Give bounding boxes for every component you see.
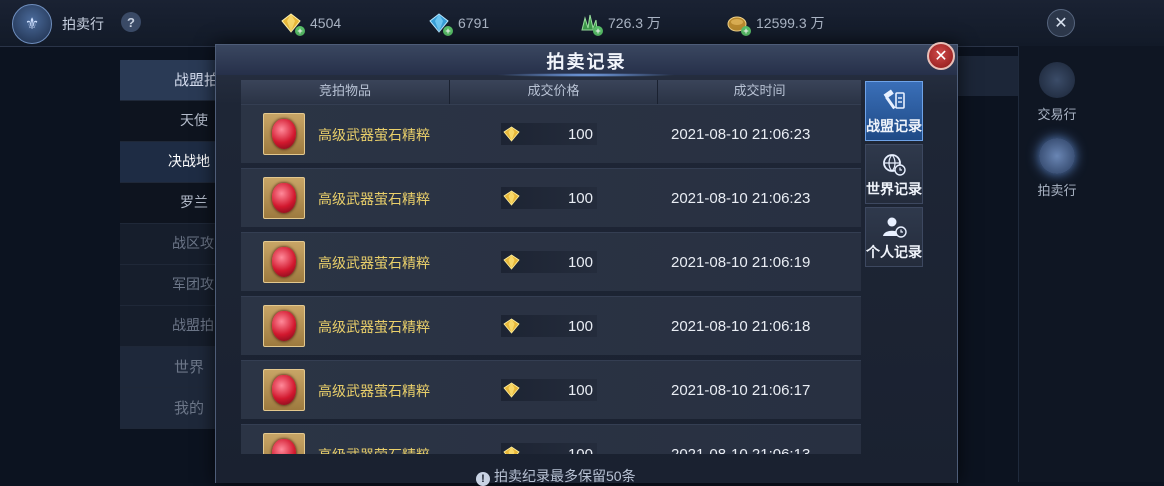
sidebar-item[interactable]: 天使 — [120, 101, 230, 142]
table-row: 高级武器萤石精粹 100 2021-08-10 21:06:17 — [241, 360, 861, 419]
gavel-icon — [1039, 138, 1075, 174]
close-icon[interactable]: ✕ — [1047, 9, 1075, 37]
price-value: 100 — [567, 318, 593, 335]
diamond-icon — [503, 126, 520, 142]
gold-coin-icon: + — [726, 12, 751, 36]
emblem-icon[interactable]: ⚜ — [12, 4, 52, 44]
blue-diamond-icon: + — [428, 12, 453, 36]
table-row: 高级武器萤石精粹 100 2021-08-10 21:06:18 — [241, 296, 861, 355]
deal-time: 2021-08-10 21:06:19 — [671, 254, 811, 271]
sidebar-item[interactable]: 战盟拍 — [120, 306, 230, 347]
close-button[interactable]: ✕ — [927, 42, 955, 70]
sidebar-item[interactable]: 战盟拍 — [120, 60, 230, 101]
table-row: 高级武器萤石精粹 100 2021-08-10 21:06:13 — [241, 424, 861, 454]
globe-clock-icon — [880, 151, 908, 177]
item-name: 高级武器萤石精粹 — [318, 255, 430, 271]
tab-world-records[interactable]: 世界记录 — [865, 144, 923, 204]
ruby-icon[interactable] — [263, 113, 305, 155]
table-row: 高级武器萤石精粹 100 2021-08-10 21:06:23 — [241, 168, 861, 227]
background-panel — [955, 56, 1020, 96]
dialog-title: 拍卖记录 — [546, 52, 627, 73]
top-bar: ⚜ 拍卖行 ? + 4504 + 6791 + 726.3 万 + 12599.… — [0, 0, 1164, 47]
right-nav: 交易行 拍卖行 — [1018, 46, 1164, 482]
table-header: 竞拍物品 成交价格 成交时间 — [241, 80, 861, 104]
gold-diamond-icon: + — [280, 12, 305, 36]
diamond-icon — [503, 382, 520, 398]
item-name: 高级武器萤石精粹 — [318, 127, 430, 143]
column-header: 竞拍物品 — [241, 80, 450, 104]
sidebar-item[interactable]: 军团攻 — [120, 265, 230, 306]
gavel-icon — [880, 88, 908, 114]
column-header: 成交价格 — [450, 80, 658, 104]
tab-label: 世界记录 — [866, 182, 922, 198]
user-clock-icon — [880, 214, 908, 240]
tab-label: 个人记录 — [866, 245, 922, 261]
record-list[interactable]: 高级武器萤石精粹 100 2021-08-10 21:06:23 高级武器萤石精… — [241, 104, 861, 454]
diamond-icon — [503, 318, 520, 334]
title-glow — [496, 73, 676, 77]
diamond-icon — [503, 446, 520, 454]
table-row: 高级武器萤石精粹 100 2021-08-10 21:06:23 — [241, 104, 861, 163]
price-value: 100 — [567, 254, 593, 271]
sidebar-item[interactable]: 战区攻 — [120, 224, 230, 265]
price-value: 100 — [567, 190, 593, 207]
scales-icon — [1039, 62, 1075, 98]
ruby-icon[interactable] — [263, 241, 305, 283]
deal-time: 2021-08-10 21:06:17 — [671, 382, 811, 399]
info-icon: ! — [476, 472, 490, 486]
currency-value: 6791 — [458, 15, 490, 31]
page-title: 拍卖行 — [62, 17, 104, 33]
diamond-icon — [503, 254, 520, 270]
sidebar-item[interactable]: 决战地 — [120, 142, 230, 183]
price-value: 100 — [567, 126, 593, 143]
deal-time: 2021-08-10 21:06:23 — [671, 126, 811, 143]
footer-note: ! 拍卖纪录最多保留50条 — [476, 466, 636, 486]
price-value: 100 — [567, 382, 593, 399]
green-crystal-icon: + — [578, 12, 603, 36]
column-header: 成交时间 — [658, 80, 861, 104]
help-button[interactable]: ? — [121, 12, 141, 32]
currency-gold-coin[interactable]: + 12599.3 万 — [726, 10, 825, 36]
category-sidebar: 战盟拍 天使 决战地 罗兰 战区攻 军团攻 战盟拍 世界 我的 — [120, 60, 230, 429]
price-value: 100 — [551, 446, 593, 454]
item-name: 高级武器萤石精粹 — [318, 191, 430, 207]
nav-label: 拍卖行 — [1037, 184, 1077, 199]
diamond-icon — [503, 190, 520, 206]
ruby-icon[interactable] — [263, 433, 305, 454]
currency-gold-diamond[interactable]: + 4504 — [280, 10, 341, 36]
table-row: 高级武器萤石精粹 100 2021-08-10 21:06:19 — [241, 232, 861, 291]
currency-green-crystal[interactable]: + 726.3 万 — [578, 10, 661, 36]
sidebar-item[interactable]: 罗兰 — [120, 183, 230, 224]
item-name: 高级武器萤石精粹 — [318, 319, 430, 335]
deal-time: 2021-08-10 21:06:18 — [671, 318, 811, 335]
nav-auction[interactable]: 拍卖行 — [1019, 138, 1095, 199]
tab-personal-records[interactable]: 个人记录 — [865, 207, 923, 267]
nav-trade[interactable]: 交易行 — [1019, 62, 1095, 123]
sidebar-item[interactable]: 我的 — [120, 388, 230, 429]
sidebar-item[interactable]: 世界 — [120, 347, 230, 388]
currency-value: 4504 — [310, 15, 342, 31]
ruby-icon[interactable] — [263, 305, 305, 347]
currency-blue-diamond[interactable]: + 6791 — [428, 10, 489, 36]
tab-label: 战盟记录 — [866, 119, 922, 135]
tab-guild-records[interactable]: 战盟记录 — [865, 81, 923, 141]
ruby-icon[interactable] — [263, 177, 305, 219]
item-name: 高级武器萤石精粹 — [318, 383, 430, 399]
deal-time: 2021-08-10 21:06:23 — [671, 190, 811, 207]
currency-value: 726.3 万 — [608, 15, 661, 31]
currency-value: 12599.3 万 — [756, 15, 825, 31]
deal-time: 2021-08-10 21:06:13 — [671, 446, 810, 454]
ruby-icon[interactable] — [263, 369, 305, 411]
item-name: 高级武器萤石精粹 — [318, 445, 430, 454]
nav-label: 交易行 — [1037, 108, 1077, 123]
